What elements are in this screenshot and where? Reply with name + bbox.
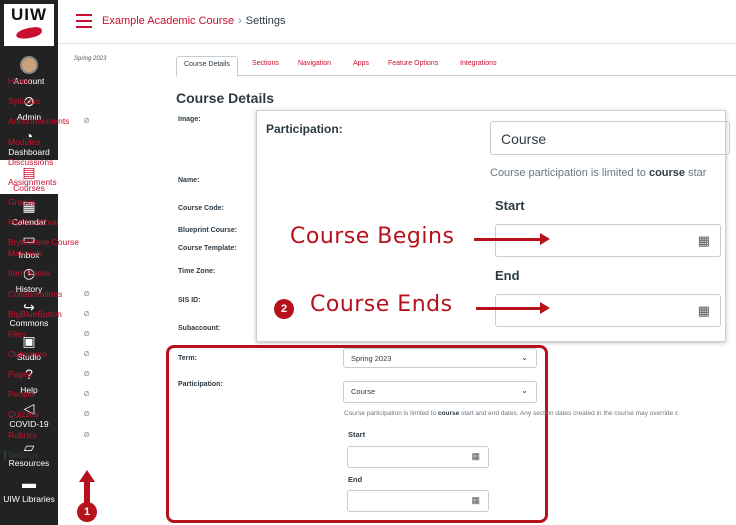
start-label: Start — [348, 430, 366, 439]
label-participation: Participation: — [178, 381, 223, 388]
course-nav-bigbluebutton[interactable]: BigBlueButton ⊘ — [8, 309, 98, 319]
calendar-icon[interactable]: ▦ — [698, 233, 710, 249]
arrow-course-begins — [474, 233, 550, 245]
tab-apps[interactable]: Apps — [353, 60, 369, 67]
step-badge-2: 2 — [274, 299, 294, 319]
label-course-code: Course Code: — [178, 205, 224, 212]
tab-navigation[interactable]: Navigation — [298, 60, 331, 67]
label-subaccount: Subaccount: — [178, 325, 221, 332]
course-nav-mycourseval[interactable]: MyCoursEval — [8, 217, 98, 227]
course-nav-settings[interactable]: Settings — [4, 450, 94, 460]
course-nav-announcements[interactable]: Announcements ⊘ — [8, 116, 98, 126]
zoom-start-label: Start — [495, 198, 525, 213]
library-icon: ▬ — [22, 475, 36, 491]
hidden-eye-icon: ⊘ — [83, 116, 90, 125]
step-badge-1: 1 — [77, 502, 97, 522]
tab-integrations[interactable]: Integrations — [460, 60, 497, 67]
label-name: Name: — [178, 177, 200, 184]
hidden-eye-icon: ⊘ — [83, 289, 90, 298]
page-title: Course Details — [176, 90, 275, 106]
uiw-logo[interactable]: UIW — [4, 4, 54, 46]
breadcrumb: Example Academic Course › Settings — [102, 15, 285, 27]
tab-sections[interactable]: Sections — [252, 60, 279, 67]
course-nav-modules[interactable]: Modules — [8, 137, 98, 147]
cardinal-logo-icon — [15, 25, 43, 41]
hidden-eye-icon: ⊘ — [83, 329, 90, 338]
label-image: Image: — [178, 116, 201, 123]
course-nav-people[interactable]: People ⊘ — [8, 389, 98, 399]
course-nav-pages[interactable]: Pages ⊘ — [8, 369, 98, 379]
page-header: Example Academic Course › Settings — [58, 0, 736, 44]
callout-course-begins: Course Begins — [290, 224, 455, 249]
zoom-end-date-input[interactable]: ▦ — [495, 294, 721, 327]
chevron-down-icon: ⌄ — [521, 353, 528, 362]
end-label: End — [348, 475, 363, 484]
course-nav-rubrics[interactable]: Rubrics ⊘ — [8, 430, 98, 440]
term-select[interactable]: Spring 2023 ⌄ — [343, 348, 537, 368]
label-sis-id: SIS ID: — [178, 297, 201, 304]
breadcrumb-separator: › — [238, 15, 242, 27]
course-nav-outcomes[interactable]: Outcomes ⊘ — [8, 349, 98, 359]
hidden-eye-icon: ⊘ — [83, 369, 90, 378]
label-term: Term: — [178, 355, 197, 362]
hidden-eye-icon: ⊘ — [83, 389, 90, 398]
hidden-eye-icon: ⊘ — [83, 430, 90, 439]
course-term: Spring 2023 — [74, 56, 107, 62]
breadcrumb-current: Settings — [245, 15, 286, 27]
participation-select[interactable]: Course ⌄ — [343, 381, 537, 403]
settings-tabs: Course Details Sections Navigation Apps … — [176, 56, 736, 77]
zoom-participation-label: Participation: — [266, 122, 343, 136]
label-template: Course Template: — [178, 245, 237, 252]
zoom-participation-help: Course participation is limited to cours… — [490, 167, 707, 179]
label-time-zone: Time Zone: — [178, 268, 216, 275]
calendar-icon[interactable]: ▦ — [471, 451, 480, 462]
label-blueprint: Blueprint Course: — [178, 227, 238, 234]
calendar-icon[interactable]: ▦ — [471, 495, 480, 506]
tab-course-details[interactable]: Course Details — [176, 56, 238, 77]
course-nav-grades[interactable]: Grades — [8, 197, 98, 207]
global-nav-libraries[interactable]: ▬ UIW Libraries — [0, 474, 58, 504]
hamburger-menu-icon[interactable] — [76, 14, 92, 28]
hidden-eye-icon: ⊘ — [83, 349, 90, 358]
hidden-eye-icon: ⊘ — [83, 309, 90, 318]
chevron-down-icon: ⌄ — [521, 386, 528, 395]
zoom-end-label: End — [495, 268, 520, 283]
course-nav-item-banks[interactable]: Item Banks — [8, 268, 98, 278]
course-nav-quizzes[interactable]: Quizzes ⊘ — [8, 409, 98, 419]
hidden-eye-icon: ⊘ — [83, 409, 90, 418]
tab-feature-options[interactable]: Feature Options — [388, 60, 438, 67]
course-nav-home[interactable]: Home — [8, 76, 98, 86]
arrow-course-ends — [476, 302, 550, 314]
callout-course-ends: Course Ends — [310, 292, 453, 317]
course-nav-assignments[interactable]: Assignments — [8, 177, 98, 187]
zoom-participation-select[interactable]: Course — [490, 121, 730, 155]
calendar-icon[interactable]: ▦ — [698, 303, 710, 319]
avatar-icon — [20, 56, 38, 74]
course-nav-files[interactable]: Files ⊘ — [8, 329, 98, 339]
participation-help-text: Course participation is limited to cours… — [344, 410, 679, 417]
course-nav-syllabus[interactable]: Syllabus — [8, 96, 98, 106]
start-date-input[interactable]: ▦ — [347, 446, 489, 468]
end-date-input[interactable]: ▦ — [347, 490, 489, 512]
course-nav-discussions[interactable]: Discussions — [8, 157, 98, 167]
course-nav-brytewave[interactable]: BryteWave Course Materials — [8, 237, 88, 259]
breadcrumb-course-link[interactable]: Example Academic Course — [102, 15, 234, 27]
course-nav: Spring 2023 — [66, 52, 162, 70]
course-nav-collaborations[interactable]: Collaborations ⊘ — [8, 289, 98, 299]
